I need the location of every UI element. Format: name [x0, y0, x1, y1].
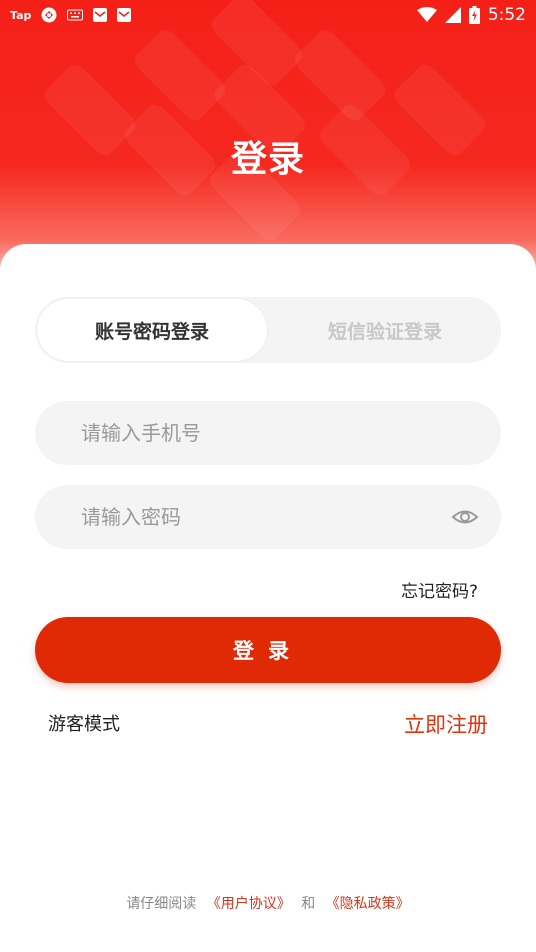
agreement-notice: 请仔细阅读 《用户协议》 和 《隐私政策》 [0, 893, 536, 913]
phone-input[interactable] [81, 421, 421, 445]
status-time: 5:52 [487, 5, 526, 25]
mail-icon [93, 8, 108, 22]
taptap-icon: Tap [10, 8, 32, 22]
mail-icon [117, 8, 132, 22]
agreement-prefix: 请仔细阅读 [126, 896, 197, 912]
phone-field [35, 401, 501, 465]
clover-icon [41, 7, 57, 23]
login-button[interactable]: 登录 [35, 617, 501, 683]
register-link[interactable]: 立即注册 [404, 709, 488, 739]
agreement-conjunction: 和 [301, 896, 316, 912]
page-title: 登录 [230, 139, 305, 180]
battery-charging-icon [468, 6, 480, 24]
guest-mode-link[interactable]: 游客模式 [48, 710, 120, 736]
user-agreement-link[interactable]: 《用户协议》 [207, 896, 291, 912]
status-bar: Tap 5:52 [0, 0, 536, 30]
keyboard-icon [67, 9, 84, 21]
login-mode-tabs: 账号密码登录 短信验证登录 [35, 297, 501, 363]
privacy-policy-link[interactable]: 《隐私政策》 [326, 896, 410, 912]
password-input[interactable] [81, 505, 421, 529]
wifi-icon [416, 7, 437, 23]
password-field [35, 485, 501, 549]
tab-sms-login[interactable]: 短信验证登录 [269, 297, 501, 363]
tab-password-login[interactable]: 账号密码登录 [37, 299, 267, 361]
forgot-password-link[interactable]: 忘记密码? [401, 577, 478, 602]
signal-icon [444, 7, 461, 23]
eye-icon[interactable] [451, 505, 479, 529]
